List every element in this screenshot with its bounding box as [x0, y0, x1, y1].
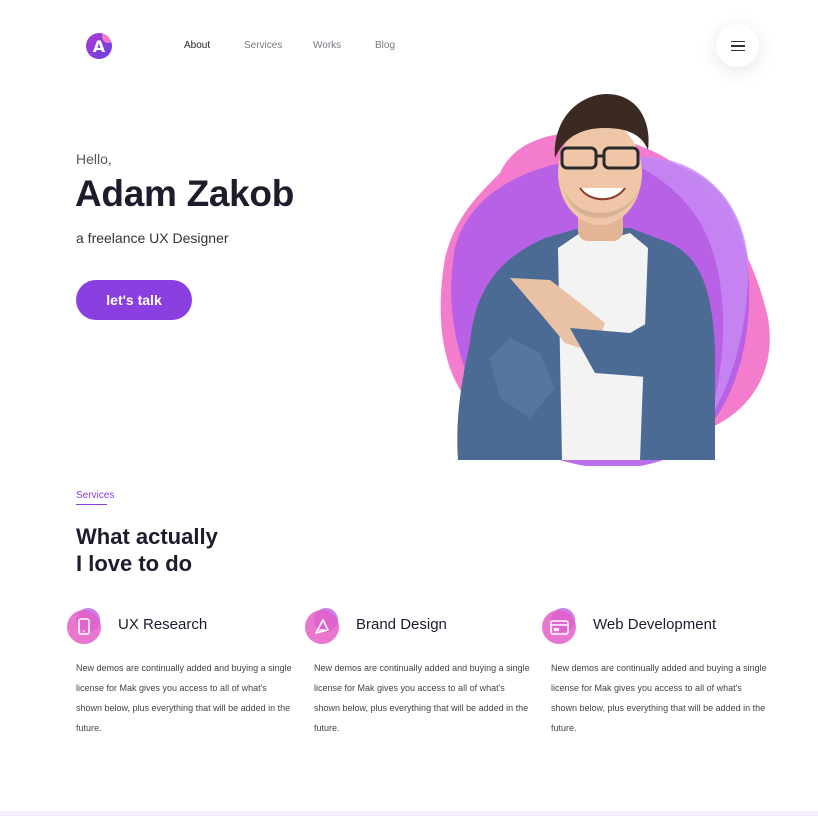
nav-about[interactable]: About — [184, 40, 210, 51]
nav-blog[interactable]: Blog — [375, 40, 395, 51]
service-card-description: New demos are continually added and buyi… — [76, 663, 292, 733]
menu-button[interactable] — [716, 24, 759, 67]
services-title-line2: I love to do — [76, 551, 193, 576]
hero-portrait — [440, 93, 770, 466]
service-card-title: Web Development — [593, 616, 717, 633]
nav-works[interactable]: Works — [313, 40, 341, 51]
service-card-description: New demos are continually added and buyi… — [551, 663, 767, 733]
services-eyebrow: Services — [76, 490, 115, 501]
services-title: What actually I love to do — [76, 523, 218, 577]
lets-talk-button[interactable]: let's talk — [76, 280, 192, 320]
logo-letter: A — [92, 36, 106, 56]
hero-role: a freelance UX Designer — [76, 230, 229, 246]
hero-greeting: Hello, — [76, 151, 112, 167]
services-underline — [76, 504, 107, 505]
brand-logo[interactable]: A — [86, 33, 112, 59]
hero-name: Adam Zakob — [75, 173, 295, 214]
services-title-line1: What actually — [76, 524, 218, 549]
person-figure — [457, 93, 715, 460]
service-card-description: New demos are continually added and buyi… — [314, 663, 530, 733]
browser-window-icon — [542, 608, 576, 644]
service-card-title: UX Research — [118, 616, 208, 633]
mobile-phone-icon — [67, 608, 101, 644]
nav-services[interactable]: Services — [244, 40, 282, 51]
hamburger-icon — [730, 40, 745, 51]
next-section-edge — [0, 811, 818, 816]
brand-pen-icon — [305, 608, 339, 644]
service-card-title: Brand Design — [356, 616, 447, 633]
